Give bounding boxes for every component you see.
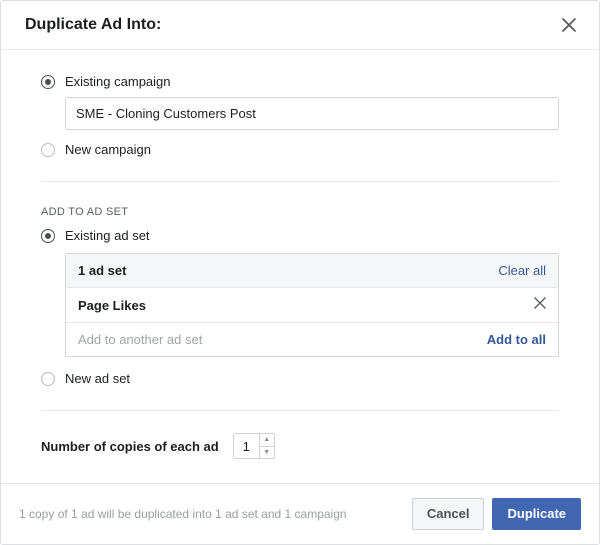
radio-new-adset[interactable]: New ad set	[41, 365, 559, 392]
adset-list-header: 1 ad set Clear all	[66, 254, 558, 288]
chevron-down-icon[interactable]: ▼	[260, 447, 274, 459]
add-to-all-link[interactable]: Add to all	[487, 332, 546, 347]
dialog-body: Existing campaign SME - Cloning Customer…	[1, 50, 599, 483]
close-icon[interactable]	[559, 15, 579, 35]
radio-existing-campaign[interactable]: Existing campaign	[41, 68, 559, 95]
radio-icon	[41, 372, 55, 386]
dialog-title: Duplicate Ad Into:	[25, 16, 161, 34]
radio-icon	[41, 75, 55, 89]
radio-icon	[41, 229, 55, 243]
adset-list: 1 ad set Clear all Page Likes Add to ano…	[65, 253, 559, 357]
dialog-header: Duplicate Ad Into:	[1, 1, 599, 50]
duplicate-ad-dialog: Duplicate Ad Into: Existing campaign SME…	[0, 0, 600, 545]
adset-section: ADD TO AD SET Existing ad set 1 ad set C…	[41, 192, 559, 400]
stepper-buttons: ▲ ▼	[260, 434, 274, 458]
radio-label: New campaign	[65, 142, 151, 157]
dialog-footer: 1 copy of 1 ad will be duplicated into 1…	[1, 483, 599, 544]
clear-all-link[interactable]: Clear all	[498, 263, 546, 278]
radio-label: Existing campaign	[65, 74, 171, 89]
divider	[41, 410, 559, 411]
divider	[41, 181, 559, 182]
adset-row: Page Likes	[66, 288, 558, 323]
copies-row: Number of copies of each ad 1 ▲ ▼	[41, 421, 559, 475]
adset-count: 1 ad set	[78, 263, 126, 278]
duplicate-button[interactable]: Duplicate	[492, 498, 581, 530]
remove-icon[interactable]	[534, 297, 546, 313]
footer-note: 1 copy of 1 ad will be duplicated into 1…	[19, 507, 347, 521]
footer-actions: Cancel Duplicate	[412, 498, 581, 530]
radio-new-campaign[interactable]: New campaign	[41, 136, 559, 163]
radio-label: New ad set	[65, 371, 130, 386]
campaign-section: Existing campaign SME - Cloning Customer…	[41, 60, 559, 171]
adset-name: Page Likes	[78, 298, 146, 313]
existing-campaign-input[interactable]: SME - Cloning Customers Post	[65, 97, 559, 130]
radio-existing-adset[interactable]: Existing ad set	[41, 222, 559, 249]
copies-value: 1	[234, 434, 260, 458]
adset-add-row: Add to another ad set Add to all	[66, 323, 558, 356]
cancel-button[interactable]: Cancel	[412, 498, 485, 530]
radio-label: Existing ad set	[65, 228, 150, 243]
add-adset-input[interactable]: Add to another ad set	[78, 332, 202, 347]
copies-label: Number of copies of each ad	[41, 439, 219, 454]
chevron-up-icon[interactable]: ▲	[260, 434, 274, 447]
radio-icon	[41, 143, 55, 157]
copies-stepper[interactable]: 1 ▲ ▼	[233, 433, 275, 459]
adset-section-label: ADD TO AD SET	[41, 206, 559, 218]
